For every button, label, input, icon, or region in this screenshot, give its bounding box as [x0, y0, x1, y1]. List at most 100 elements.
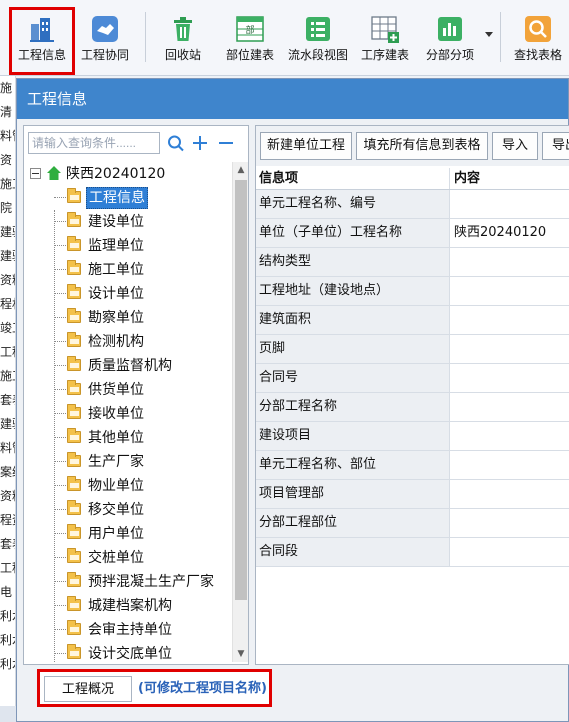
table-row[interactable]: 单元工程名称、部位	[256, 451, 569, 480]
fill-all-info-button[interactable]: 填充所有信息到表格	[356, 132, 488, 160]
table-row[interactable]: 建设项目	[256, 422, 569, 451]
folder-icon	[67, 212, 81, 227]
tree-node[interactable]: 监理单位	[24, 234, 232, 258]
table-row[interactable]: 结构类型	[256, 248, 569, 277]
project-info-button[interactable]: 工程信息	[9, 7, 75, 75]
tree-connector	[54, 317, 66, 318]
info-value-cell[interactable]	[451, 538, 569, 566]
background-row: 电	[0, 585, 13, 599]
search-icon[interactable]	[166, 132, 186, 154]
remove-icon[interactable]	[216, 132, 236, 154]
process-table-label: 工序建表	[360, 48, 409, 62]
flow-view-icon	[303, 14, 333, 44]
tree-connector	[54, 509, 66, 510]
tree-node[interactable]: 用户单位	[24, 522, 232, 546]
tree-node[interactable]: 会审主持单位	[24, 618, 232, 642]
background-tree-strip: 施清料管资施工院建验建验资料程材竣工工程施工套表建验料管案维资料程资套表工程电利…	[0, 76, 16, 722]
tree-node[interactable]: 移交单位	[24, 498, 232, 522]
folder-icon	[67, 476, 81, 491]
process-table-button[interactable]: 工序建表	[358, 10, 412, 72]
info-value-cell[interactable]: 陕西20240120	[451, 219, 569, 247]
table-row[interactable]: 分部工程名称	[256, 393, 569, 422]
info-value-cell[interactable]	[451, 509, 569, 537]
folder-icon	[67, 404, 81, 419]
part-table-button[interactable]: 部 部位建表	[222, 10, 278, 72]
table-row[interactable]: 合同段	[256, 538, 569, 567]
tree-node[interactable]: 预拌混凝土生产厂家	[24, 570, 232, 594]
export-button[interactable]: 导出	[542, 132, 569, 160]
background-row: 工程	[0, 345, 15, 359]
table-row[interactable]: 页脚	[256, 335, 569, 364]
unit-tree-panel: 陕西20240120 工程信息建设单位监理单位施工单位设计单位勘察单位检测机构质…	[23, 125, 249, 665]
tree-node[interactable]: 接收单位	[24, 402, 232, 426]
tree-root-node[interactable]: 陕西20240120	[24, 162, 232, 186]
tree-connector	[54, 365, 66, 366]
info-value-cell[interactable]	[451, 393, 569, 421]
tree-node[interactable]: 建设单位	[24, 210, 232, 234]
tree-scrollbar[interactable]: ▲ ▼	[232, 162, 248, 662]
tree-node[interactable]: 检测机构	[24, 330, 232, 354]
background-row: 套表	[0, 537, 15, 551]
subdivision-button[interactable]: 分部分项	[422, 10, 478, 72]
tree-node[interactable]: 交桩单位	[24, 546, 232, 570]
tree-node[interactable]: 施工单位	[24, 258, 232, 282]
tab-project-overview[interactable]: 工程概况	[44, 676, 132, 702]
find-table-button[interactable]: 查找表格	[510, 10, 566, 72]
tree-node[interactable]: 设计交底单位	[24, 642, 232, 662]
tree-node-label: 用户单位	[88, 526, 144, 542]
background-row: 利水	[0, 609, 15, 623]
info-value-cell[interactable]	[451, 277, 569, 305]
table-row[interactable]: 建筑面积	[256, 306, 569, 335]
folder-icon	[67, 572, 81, 587]
tree-node-label: 工程信息	[86, 187, 148, 209]
tree-node[interactable]: 其他单位	[24, 426, 232, 450]
project-collab-button[interactable]: 工程协同	[78, 10, 132, 72]
table-row[interactable]: 单位（子单位）工程名称 陕西20240120	[256, 219, 569, 248]
info-value-cell[interactable]	[451, 190, 569, 218]
flow-view-button[interactable]: 流水段视图	[284, 10, 352, 72]
background-row: 程材	[0, 297, 15, 311]
info-value-cell[interactable]	[451, 480, 569, 508]
tree-connector	[54, 245, 66, 246]
tree-node[interactable]: 勘察单位	[24, 306, 232, 330]
rename-project-link[interactable]: (可修改工程项目名称)	[138, 676, 267, 702]
tree-node[interactable]: 供货单位	[24, 378, 232, 402]
dialog-title: 工程信息	[17, 79, 568, 119]
tree-node[interactable]: 工程信息	[24, 186, 232, 210]
info-value-cell[interactable]	[451, 248, 569, 276]
table-row[interactable]: 工程地址（建设地点）	[256, 277, 569, 306]
tree-search-input[interactable]	[28, 132, 160, 154]
table-row[interactable]: 分部工程部位	[256, 509, 569, 538]
tree-node-label: 接收单位	[88, 406, 144, 422]
bar-chart-icon	[435, 14, 465, 44]
add-icon[interactable]	[190, 132, 210, 154]
tree-node[interactable]: 城建档案机构	[24, 594, 232, 618]
info-value-cell[interactable]	[451, 364, 569, 392]
tree-connector	[54, 557, 66, 558]
tree-node-label: 监理单位	[88, 238, 144, 254]
import-button[interactable]: 导入	[492, 132, 538, 160]
collapse-icon[interactable]	[30, 168, 41, 179]
tree-connector	[54, 605, 66, 606]
info-value-cell[interactable]	[451, 422, 569, 450]
info-item-cell: 单元工程名称、编号	[256, 190, 450, 218]
scroll-up-icon[interactable]: ▲	[233, 162, 249, 178]
folder-icon	[67, 356, 81, 371]
tree-node-label: 勘察单位	[88, 310, 144, 326]
tree-node[interactable]: 设计单位	[24, 282, 232, 306]
info-value-cell[interactable]	[451, 335, 569, 363]
table-row[interactable]: 单元工程名称、编号	[256, 190, 569, 219]
tree-node[interactable]: 质量监督机构	[24, 354, 232, 378]
table-row[interactable]: 合同号	[256, 364, 569, 393]
info-value-cell[interactable]	[451, 306, 569, 334]
new-unit-project-button[interactable]: 新建单位工程	[260, 132, 352, 160]
tree-node[interactable]: 物业单位	[24, 474, 232, 498]
info-value-cell[interactable]	[451, 451, 569, 479]
chevron-down-icon[interactable]	[484, 28, 494, 38]
table-row[interactable]: 项目管理部	[256, 480, 569, 509]
scrollbar-thumb[interactable]	[235, 180, 247, 600]
toolbar-divider	[145, 12, 146, 62]
recycle-bin-button[interactable]: 回收站	[160, 10, 206, 72]
tree-node[interactable]: 生产厂家	[24, 450, 232, 474]
scroll-down-icon[interactable]: ▼	[233, 646, 249, 662]
